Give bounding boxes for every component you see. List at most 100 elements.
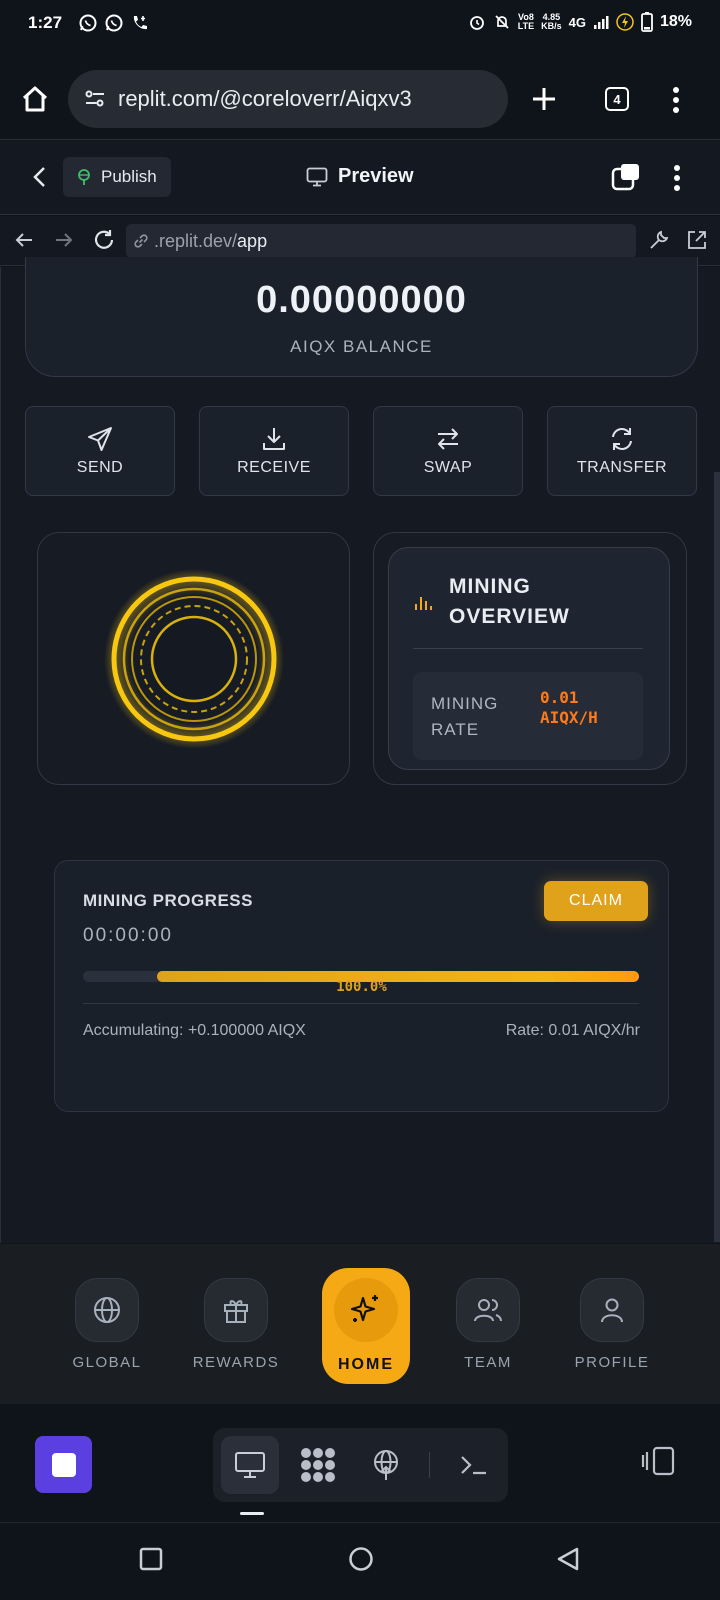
panel-toggle-icon[interactable] xyxy=(640,1446,676,1476)
tab-switcher-button[interactable]: 4 xyxy=(605,87,629,111)
whatsapp-icon xyxy=(104,13,124,33)
send-button[interactable]: SEND xyxy=(25,406,175,496)
status-time: 1:27 xyxy=(28,13,63,32)
preview-tab[interactable]: Preview xyxy=(306,165,414,188)
bar-chart-icon xyxy=(413,592,433,612)
swap-label: SWAP xyxy=(423,459,473,476)
swap-arrows-icon xyxy=(438,428,458,450)
reload-icon[interactable] xyxy=(92,228,116,252)
wrench-icon[interactable] xyxy=(648,229,670,251)
send-icon xyxy=(88,427,112,451)
battery-icon xyxy=(641,12,653,32)
mining-overview-card: MINING OVERVIEW MINING RATE 0.01 AIQX/H xyxy=(388,547,670,770)
app-preview[interactable]: 0.00000000 AIQX BALANCE SEND RECEIVE SWA… xyxy=(0,257,720,1243)
nav-home[interactable]: HOME xyxy=(322,1268,410,1384)
progress-percent: 100.0% xyxy=(336,979,387,995)
url-path: app xyxy=(237,230,268,251)
scrollbar[interactable] xyxy=(714,472,720,1242)
sparkles-icon xyxy=(350,1295,378,1322)
recents-icon[interactable] xyxy=(139,1547,163,1571)
preview-url-input[interactable]: .replit.dev/app xyxy=(126,224,636,258)
claim-button[interactable]: CLAIM xyxy=(544,881,648,921)
mining-rate-value: 0.01 AIQX/H xyxy=(540,688,598,727)
accumulating-text: Accumulating: +0.100000 AIQX xyxy=(83,1022,306,1039)
preview-label: Preview xyxy=(338,165,414,187)
divider xyxy=(83,1003,639,1004)
nav-profile-label: PROFILE xyxy=(574,1354,650,1371)
balance-card: 0.00000000 AIQX BALANCE xyxy=(25,257,698,377)
deploy-tool-button[interactable] xyxy=(357,1436,415,1494)
send-label: SEND xyxy=(76,459,124,476)
divider xyxy=(429,1452,430,1478)
shell-tool-button[interactable] xyxy=(445,1436,503,1494)
more-vert-icon[interactable] xyxy=(672,86,680,114)
net-speed: 4.85 KB/s xyxy=(541,12,562,31)
forward-arrow-icon[interactable] xyxy=(54,230,74,250)
call-icon xyxy=(130,13,150,33)
nav-rewards[interactable]: REWARDS xyxy=(181,1278,291,1371)
tabs-icon[interactable] xyxy=(610,161,642,193)
mining-orb[interactable] xyxy=(104,569,284,749)
new-tab-icon[interactable] xyxy=(531,86,557,112)
receive-button[interactable]: RECEIVE xyxy=(199,406,349,496)
volte-indicator: Vo8 LTE xyxy=(517,12,535,31)
publish-label: Publish xyxy=(101,167,157,186)
publish-button[interactable]: Publish xyxy=(63,157,171,197)
signal-icon xyxy=(593,14,609,30)
replit-header: Publish Preview xyxy=(0,141,720,215)
network-type: 4G xyxy=(568,14,586,30)
rate-text: Rate: 0.01 AIQX/hr xyxy=(505,1022,640,1039)
nav-profile[interactable]: PROFILE xyxy=(557,1278,667,1371)
nav-rewards-label: REWARDS xyxy=(192,1354,280,1371)
divider xyxy=(413,648,643,649)
receive-label: RECEIVE xyxy=(237,459,311,476)
stop-icon xyxy=(51,1452,76,1477)
download-icon xyxy=(263,428,285,450)
progress-timer: 00:00:00 xyxy=(83,925,173,946)
terminal-icon xyxy=(461,1456,486,1475)
tool-switcher xyxy=(213,1428,508,1502)
nav-team-label: TEAM xyxy=(464,1354,512,1371)
balance-amount: 0.00000000 xyxy=(256,279,467,321)
active-indicator xyxy=(240,1512,264,1515)
swap-button[interactable]: SWAP xyxy=(373,406,523,496)
mining-rate-label: MINING RATE xyxy=(431,694,499,739)
mining-rate-box: MINING RATE 0.01 AIQX/H xyxy=(413,672,643,760)
nav-home-label: HOME xyxy=(338,1356,394,1373)
overview-title: MINING OVERVIEW xyxy=(449,575,570,628)
home-circle-icon[interactable] xyxy=(348,1546,374,1572)
replit-toolbar xyxy=(0,1404,720,1522)
back-chevron-icon[interactable] xyxy=(30,165,50,189)
home-icon[interactable] xyxy=(20,84,50,114)
back-triangle-icon[interactable] xyxy=(555,1546,581,1572)
more-vert-icon[interactable] xyxy=(673,164,681,192)
balance-label: AIQX BALANCE xyxy=(290,337,433,356)
nav-global-label: GLOBAL xyxy=(72,1354,142,1371)
site-settings-icon[interactable] xyxy=(84,88,106,110)
bottom-nav: GLOBAL REWARDS HOME TEAM PROFILE xyxy=(0,1244,720,1404)
nav-team[interactable]: TEAM xyxy=(433,1278,543,1371)
mining-orb-card[interactable] xyxy=(37,532,350,785)
link-icon xyxy=(132,232,150,250)
stop-button[interactable] xyxy=(35,1436,92,1493)
url-bar[interactable]: replit.com/@coreloverr/Aiqxv3 xyxy=(68,70,508,128)
transfer-button[interactable]: TRANSFER xyxy=(547,406,697,496)
back-arrow-icon[interactable] xyxy=(14,230,34,250)
monitor-icon xyxy=(235,1452,265,1478)
url-domain: .replit.dev/ xyxy=(154,230,238,251)
publish-globe-icon xyxy=(75,168,93,186)
open-external-icon[interactable] xyxy=(686,229,708,251)
mute-bell-icon xyxy=(493,13,511,31)
gift-icon xyxy=(224,1300,248,1323)
user-icon xyxy=(601,1298,623,1323)
progress-title: MINING PROGRESS xyxy=(83,891,253,910)
nav-global[interactable]: GLOBAL xyxy=(52,1278,162,1371)
monitor-icon xyxy=(306,167,328,187)
battery-level: 18% xyxy=(659,13,692,30)
charging-icon xyxy=(616,13,634,31)
preview-tool-button[interactable] xyxy=(221,1436,279,1494)
url-text: replit.com/@coreloverr/Aiqxv3 xyxy=(118,86,412,111)
agent-tool-button[interactable] xyxy=(289,1436,347,1494)
agent-blob-icon xyxy=(301,1448,335,1482)
refresh-icon xyxy=(612,428,632,450)
